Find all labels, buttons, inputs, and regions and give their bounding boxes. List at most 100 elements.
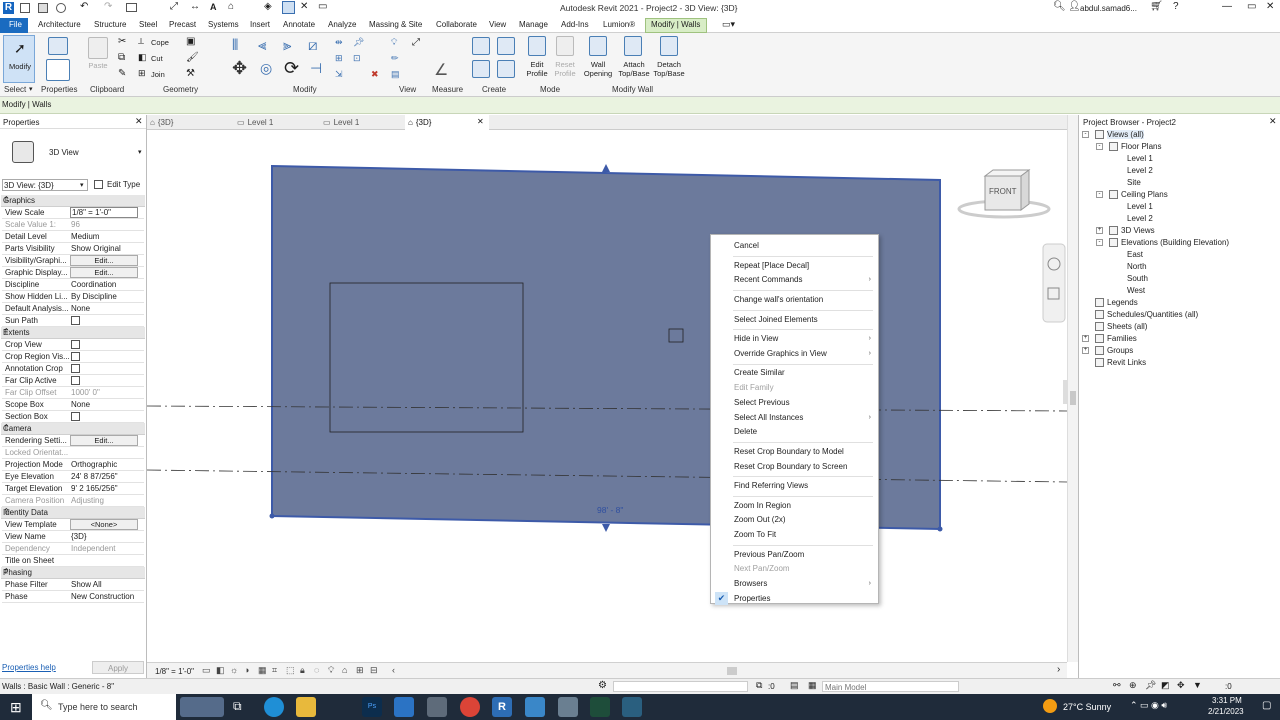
context-menu-item[interactable]: Cancel <box>712 239 877 253</box>
reset-profile-icon[interactable] <box>556 36 574 56</box>
cart-icon[interactable]: 🛒︎ <box>1150 1 1163 12</box>
type-selector[interactable]: 3D View ▾ <box>2 131 145 175</box>
match-icon[interactable]: ✎ <box>118 68 126 79</box>
tab-lumion[interactable]: Lumion® <box>603 20 635 29</box>
worksets-icon[interactable]: ⚙ <box>598 680 607 691</box>
properties-section[interactable]: Phasing ⇑ <box>1 567 145 579</box>
clock-date[interactable]: 2/21/2023 <box>1208 707 1244 716</box>
revit-logo-icon[interactable]: R <box>3 2 14 14</box>
measure-tool-icon[interactable]: ⤢ <box>412 37 420 48</box>
tab-view-3d-active[interactable]: ⌂ {3D} ✕ <box>405 115 489 130</box>
tab-add-ins[interactable]: Add-Ins <box>561 20 589 29</box>
copy-icon[interactable]: ⧉ <box>118 52 125 63</box>
weather-icon[interactable] <box>1043 699 1057 713</box>
notification-icon[interactable]: ▢ <box>1262 700 1271 711</box>
print-icon[interactable] <box>126 3 137 12</box>
tab-view[interactable]: View <box>489 20 506 29</box>
properties-section[interactable]: Camera ⇑ <box>1 423 145 435</box>
open-icon[interactable] <box>20 3 30 13</box>
context-menu-item[interactable]: Delete <box>712 425 877 439</box>
reveal-hidden-icon[interactable]: 💡︎ <box>328 665 334 676</box>
property-value[interactable]: Medium <box>71 232 99 241</box>
tab-file-label[interactable]: File <box>9 20 22 29</box>
property-value[interactable]: New Construction <box>71 592 134 601</box>
tab-analyze[interactable]: Analyze <box>328 20 356 29</box>
rendering-icon[interactable]: ▦ <box>258 665 267 676</box>
collapse-icon[interactable]: ⇑ <box>3 507 142 516</box>
mirror-pick-icon[interactable]: ⫸ <box>283 37 291 54</box>
file-explorer-icon[interactable] <box>296 697 316 717</box>
override-icon[interactable]: ✏ <box>391 53 399 64</box>
clock-time[interactable]: 3:31 PM <box>1212 696 1242 705</box>
tab-view-3d-1[interactable]: ⌂ {3D} <box>150 115 232 130</box>
property-value[interactable]: By Discipline <box>71 292 117 301</box>
section-icon[interactable]: ◈ <box>264 1 272 12</box>
browser-scrollbar[interactable] <box>1067 115 1078 662</box>
property-checkbox[interactable] <box>71 340 80 349</box>
reset-profile-label[interactable]: Reset Profile <box>550 60 580 78</box>
trim-icon[interactable]: ⊣ <box>310 60 322 77</box>
properties-section[interactable]: Extents ⇑ <box>1 327 145 339</box>
save-icon[interactable] <box>38 3 48 13</box>
tray-icons[interactable]: ⌃ ▭ ◉ 🔊︎ <box>1130 700 1167 711</box>
property-button[interactable]: Edit... <box>70 255 138 266</box>
mail-icon[interactable] <box>394 697 414 717</box>
create-assembly-icon[interactable] <box>472 60 490 78</box>
drag-elements-icon[interactable]: ✥ <box>1177 680 1185 691</box>
property-checkbox[interactable] <box>71 376 80 385</box>
user-name[interactable]: abdul.samad6... <box>1080 4 1137 13</box>
filter-icon[interactable]: ▼ <box>1193 680 1202 690</box>
property-value[interactable]: 1/8" = 1'-0" <box>70 207 138 218</box>
move-icon[interactable]: ✥ <box>232 58 247 79</box>
scroll-thumb[interactable] <box>1070 391 1076 405</box>
property-value[interactable]: 24' 8 87/256" <box>71 472 118 481</box>
chevron-left-icon[interactable]: ‹ <box>392 665 395 675</box>
scrollbar-horizontal[interactable] <box>727 667 737 675</box>
property-value[interactable]: Coordination <box>71 280 116 289</box>
calculator-icon[interactable] <box>427 697 447 717</box>
join-icon[interactable]: ⊞ <box>138 68 146 79</box>
context-menu-item[interactable]: Recent Commands › <box>712 273 877 287</box>
context-menu-item[interactable]: Browsers › <box>712 577 877 591</box>
hide-isolate-icon[interactable]: ◌ <box>314 665 319 675</box>
context-menu-item[interactable]: Select All Instances › <box>712 411 877 425</box>
select-underlay-icon[interactable]: ⊕ <box>1129 680 1137 691</box>
workset-dropdown[interactable] <box>613 681 748 692</box>
editable-only-icon[interactable]: ⧉ <box>756 680 762 691</box>
lock-view-icon[interactable]: 🔒︎ <box>300 665 305 676</box>
tab-massing-site[interactable]: Massing & Site <box>369 20 422 29</box>
worksharing-icon[interactable]: ⊞ <box>356 665 364 676</box>
tab-modify-walls[interactable]: Modify | Walls <box>651 20 700 29</box>
context-menu-item[interactable]: Repeat [Place Decal] <box>712 259 877 273</box>
pin-icon[interactable]: 📌︎ <box>353 37 364 48</box>
ribbon-options-icon[interactable]: ▭▾ <box>722 19 735 30</box>
paste-icon[interactable] <box>88 37 108 59</box>
crop-icon[interactable]: ⌗ <box>272 665 277 676</box>
maximize-icon[interactable]: ▭ <box>1247 1 1256 12</box>
paint-icon[interactable]: 🖌︎ <box>186 52 199 63</box>
properties-help-link[interactable]: Properties help <box>2 663 56 672</box>
edit-type-button[interactable]: Edit Type <box>92 178 144 192</box>
news-widget-icon[interactable] <box>180 697 224 717</box>
detach-top-base-label[interactable]: Detach Top/Base <box>651 60 687 78</box>
sync-icon[interactable] <box>56 3 66 13</box>
property-button[interactable]: Edit... <box>70 267 138 278</box>
redo-icon[interactable]: ↷ <box>104 1 112 12</box>
attach-top-base-label[interactable]: Attach Top/Base <box>616 60 652 78</box>
autocad-icon[interactable] <box>590 697 610 717</box>
properties-section[interactable]: Identity Data ⇑ <box>1 507 145 519</box>
sun-path-icon[interactable]: ☼ <box>230 665 238 675</box>
cope-label[interactable]: Cope <box>151 38 169 47</box>
tab-manage[interactable]: Manage <box>519 20 548 29</box>
constraints-icon[interactable]: ⊟ <box>370 665 378 676</box>
viewcube-face-label[interactable]: FRONT <box>989 187 1017 196</box>
close-hidden-icon[interactable]: ✕ <box>300 1 308 12</box>
property-value[interactable]: None <box>71 304 90 313</box>
design-options-icon[interactable]: ▤ <box>790 680 799 691</box>
select-by-face-icon[interactable]: ◩ <box>1161 680 1170 691</box>
property-value[interactable]: 9' 2 165/256" <box>71 484 118 493</box>
thin-lines-icon[interactable] <box>282 1 295 14</box>
detail-level-icon[interactable]: ▭ <box>202 665 211 676</box>
collapse-icon[interactable]: - <box>1096 191 1103 198</box>
switch-windows-icon[interactable]: ▭ <box>318 1 327 12</box>
